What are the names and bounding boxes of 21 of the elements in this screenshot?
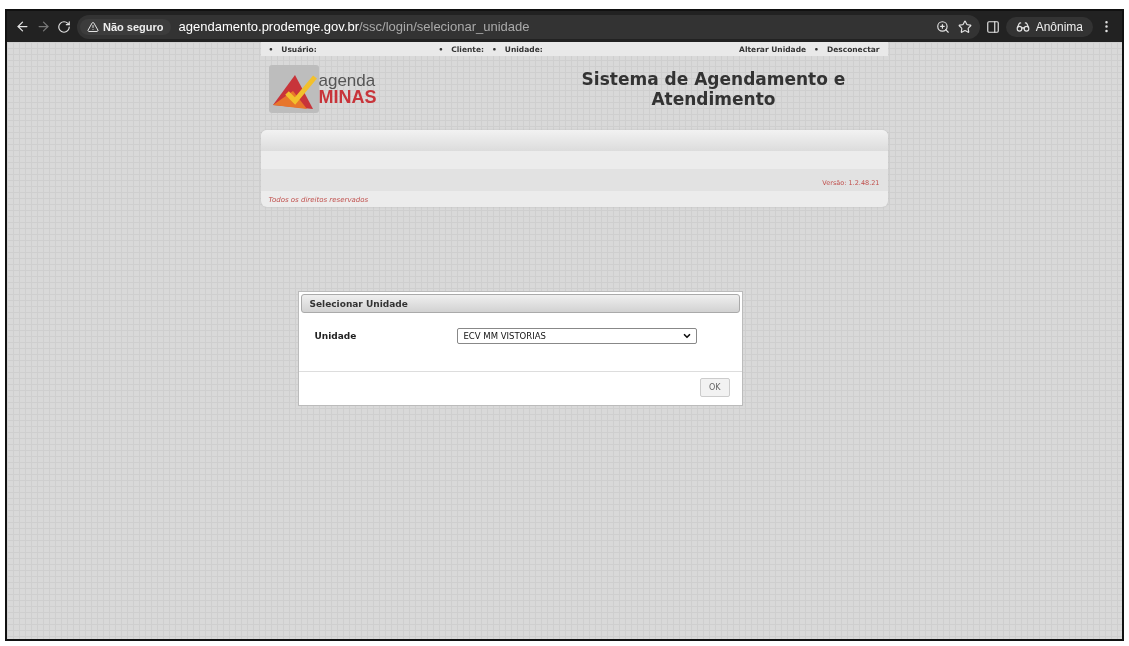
unit-select[interactable]: ECV MM VISTORIAS xyxy=(456,328,697,344)
side-panel-icon[interactable] xyxy=(985,19,1000,34)
forward-icon[interactable] xyxy=(36,19,51,34)
zoom-icon[interactable] xyxy=(935,19,950,34)
logo-drawing xyxy=(268,65,321,113)
logo-text: agenda xyxy=(318,72,377,89)
page-title: Sistema de Agendamento e Atendimento xyxy=(580,69,847,109)
ok-button[interactable]: OK xyxy=(699,378,730,397)
incognito-icon xyxy=(1015,19,1030,34)
security-chip[interactable]: Não seguro xyxy=(80,18,171,35)
address-bar[interactable]: Não seguro agendamento.prodemge.gov.br/ssc/login/selecionar_unidade xyxy=(77,14,980,39)
field-label: Unidade xyxy=(314,331,358,341)
logo-text: MINAS xyxy=(318,89,377,106)
back-icon[interactable] xyxy=(15,19,30,34)
url-text: agendamento.prodemge.gov.br/ssc/login/selecionar_unidade xyxy=(178,19,531,34)
reload-icon[interactable] xyxy=(57,19,71,34)
warning-icon xyxy=(87,20,99,33)
dialog-title: Selecionar Unidade xyxy=(300,294,740,313)
star-icon[interactable] xyxy=(957,19,972,34)
profile-button[interactable]: Anônima xyxy=(1005,16,1093,37)
chevron-icon xyxy=(681,331,692,341)
